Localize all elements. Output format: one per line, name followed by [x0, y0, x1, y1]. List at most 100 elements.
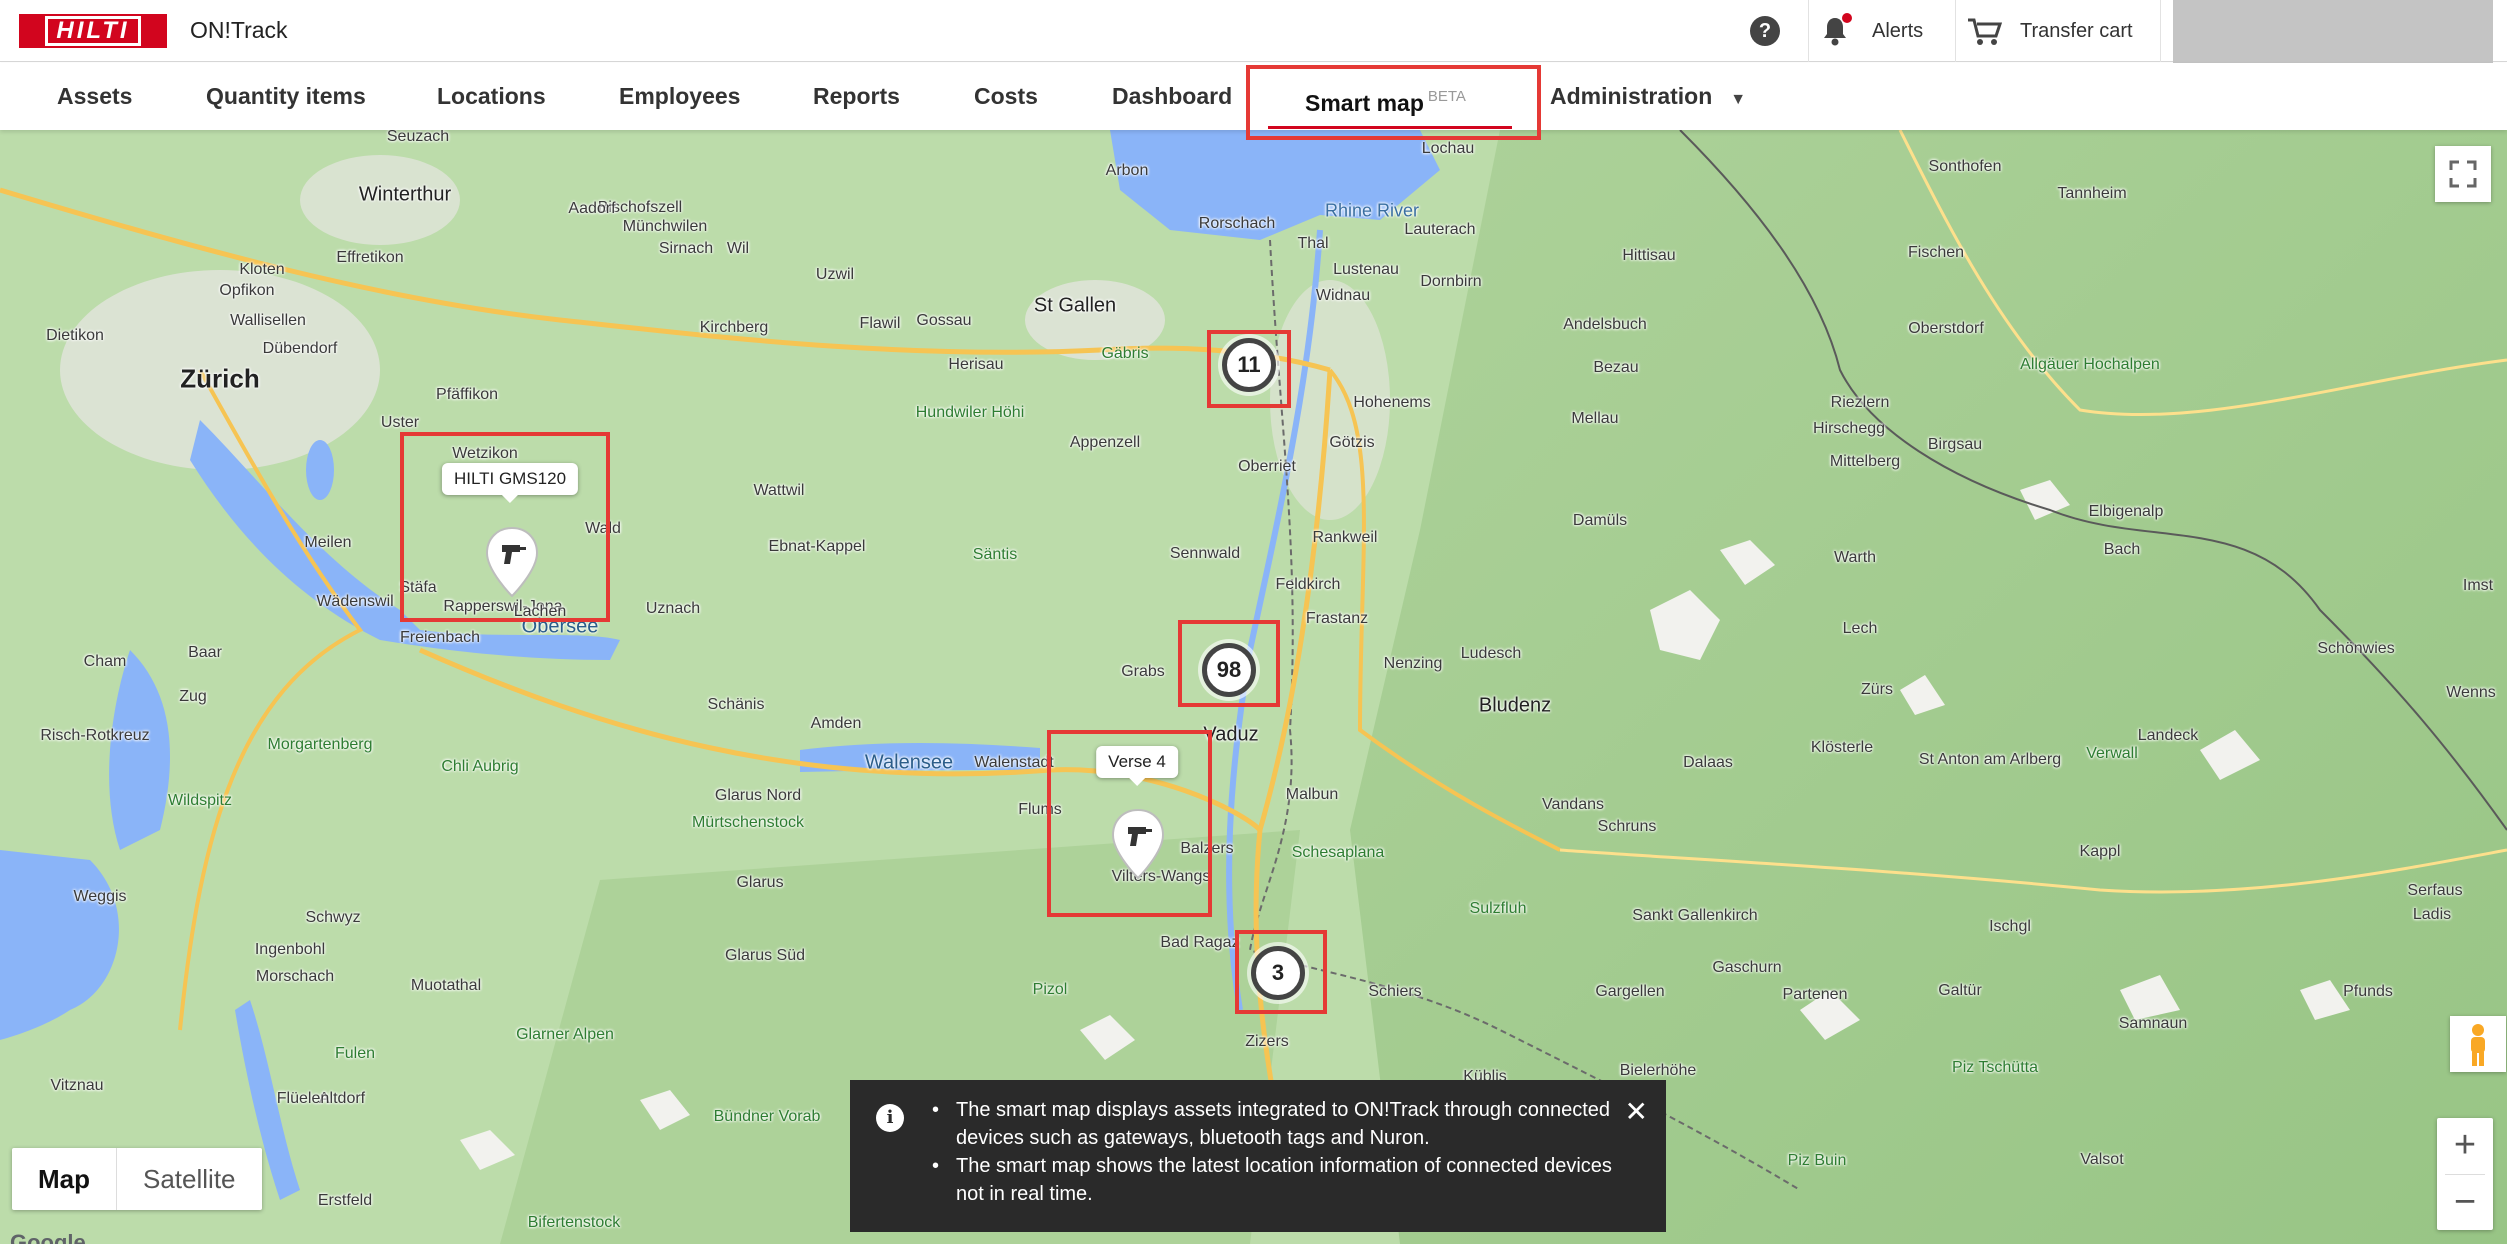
nav-quantity-items[interactable]: Quantity items	[206, 63, 366, 130]
place-label: Sankt Gallenkirch	[1632, 907, 1758, 924]
asset-pin[interactable]	[1110, 808, 1166, 880]
place-label: Bad Ragaz	[1160, 934, 1240, 951]
place-label: Sonthofen	[1928, 158, 2002, 175]
cart-icon	[1968, 18, 2002, 45]
place-label: Meilen	[304, 534, 352, 551]
transfer-cart-button[interactable]: Transfer cart	[1966, 0, 2133, 62]
place-label: Flüelen	[276, 1090, 330, 1107]
alerts-button[interactable]: Alerts	[1820, 0, 1923, 62]
user-menu-redacted[interactable]	[2173, 0, 2493, 64]
place-label: Rorschach	[1198, 215, 1276, 232]
drill-icon	[1111, 808, 1165, 880]
place-label: Mittelberg	[1829, 453, 1901, 470]
place-label: Vitznau	[50, 1077, 104, 1094]
place-label: Kirchberg	[699, 319, 769, 336]
nav-administration[interactable]: Administration ▼	[1550, 63, 1746, 130]
place-label: Bifertenstock	[527, 1214, 621, 1231]
place-label: Oberstdorf	[1908, 320, 1984, 337]
place-label: Amden	[810, 715, 862, 732]
street-view-button[interactable]	[2450, 1016, 2506, 1072]
place-label: St Gallen	[1033, 294, 1117, 317]
drill-icon	[485, 526, 539, 598]
place-label: Ludesch	[1460, 645, 1522, 662]
place-label: Kloten	[239, 261, 285, 278]
smart-map-info-banner: i The smart map displays assets integrat…	[850, 1080, 1666, 1232]
place-label: Zürs	[1861, 681, 1893, 698]
fullscreen-button[interactable]	[2435, 146, 2491, 202]
bell-icon	[1820, 13, 1852, 47]
smart-map-canvas[interactable]: Zürich Winterthur Seuzach Kloten Opfikon…	[0, 130, 2507, 1244]
fullscreen-icon	[2449, 160, 2477, 188]
place-label: Pizol	[1032, 981, 1068, 998]
hilti-logo[interactable]: HILTI	[19, 14, 167, 48]
place-label: Sennwald	[1169, 545, 1241, 562]
close-icon[interactable]: ✕	[1625, 1098, 1648, 1126]
top-bar: HILTI ON!Track ? Alerts Transfer cart	[0, 0, 2507, 64]
nav-employees[interactable]: Employees	[619, 63, 740, 130]
place-label: Gossau	[916, 312, 972, 329]
place-label: Imst	[2462, 577, 2494, 594]
place-label: Fulen	[334, 1045, 376, 1062]
place-label: Opfikon	[219, 282, 275, 299]
place-label: Lech	[1842, 620, 1878, 637]
asset-cluster-marker[interactable]: 98	[1202, 643, 1256, 697]
place-label: Pfunds	[2343, 983, 2393, 1000]
map-type-map-button[interactable]: Map	[12, 1148, 117, 1210]
place-label: Feldkirch	[1275, 576, 1341, 593]
place-label: Sulzfluh	[1469, 900, 1527, 917]
nav-reports[interactable]: Reports	[813, 63, 900, 130]
help-icon[interactable]: ?	[1750, 16, 1780, 46]
place-label: Aadorf	[568, 200, 616, 217]
place-label: Arbon	[1105, 162, 1149, 179]
place-label: Bezau	[1593, 359, 1639, 376]
place-label: Lochau	[1421, 140, 1475, 157]
zoom-out-button[interactable]: −	[2437, 1175, 2493, 1231]
place-label: Dalaas	[1683, 754, 1733, 771]
place-label: Elbigenalp	[2088, 503, 2164, 520]
place-label: Mürtschenstock	[691, 814, 805, 831]
place-label: Gargellen	[1595, 983, 1665, 1000]
info-line: The smart map displays assets integrated…	[932, 1096, 1642, 1152]
place-label: Glarus Nord	[714, 787, 802, 804]
nav-assets[interactable]: Assets	[57, 63, 132, 130]
place-label: Piz Buin	[1787, 1152, 1847, 1169]
app-root: HILTI ON!Track ? Alerts Transfer cart As…	[0, 0, 2507, 1244]
nav-locations[interactable]: Locations	[437, 63, 546, 130]
place-label: Muotathal	[410, 977, 482, 994]
place-label: Flawil	[859, 315, 901, 332]
place-label: Freienbach	[399, 629, 481, 646]
map-type-satellite-button[interactable]: Satellite	[117, 1148, 262, 1210]
place-label: Säntis	[972, 546, 1018, 563]
place-label: Walensee	[864, 751, 954, 774]
place-label: Winterthur	[358, 183, 452, 206]
place-label: Schwyz	[305, 909, 361, 926]
place-label: Ladis	[2412, 906, 2452, 923]
asset-cluster-marker[interactable]: 11	[1222, 338, 1276, 392]
divider	[1955, 0, 1956, 62]
info-icon: i	[876, 1104, 904, 1132]
place-label: Fischen	[1907, 244, 1965, 261]
asset-pin[interactable]	[484, 526, 540, 598]
asset-tooltip: HILTI GMS120	[441, 463, 579, 503]
alert-badge-dot	[1842, 13, 1852, 23]
place-label: Wil	[726, 240, 750, 257]
zoom-in-button[interactable]: +	[2437, 1118, 2493, 1174]
place-label: Herisau	[948, 356, 1004, 373]
place-label: Riezlern	[1830, 394, 1890, 411]
place-label: Landeck	[2137, 727, 2199, 744]
place-label: Hohenems	[1353, 394, 1431, 411]
asset-cluster-marker[interactable]: 3	[1251, 946, 1305, 1000]
place-label: Galtür	[1938, 982, 1982, 999]
nav-dashboard[interactable]: Dashboard	[1112, 63, 1232, 130]
place-label: Lauterach	[1404, 221, 1476, 238]
divider	[1808, 0, 1809, 62]
place-label: Bach	[2103, 541, 2141, 558]
place-label: Zug	[179, 688, 207, 705]
place-label: Götzis	[1329, 434, 1375, 451]
place-label: Schönwies	[2317, 640, 2395, 657]
nav-costs[interactable]: Costs	[974, 63, 1038, 130]
place-label: Schesaplana	[1291, 844, 1385, 861]
place-label: Walenstadt	[974, 754, 1054, 771]
place-label: Wattwil	[753, 482, 805, 499]
divider	[2160, 0, 2161, 62]
